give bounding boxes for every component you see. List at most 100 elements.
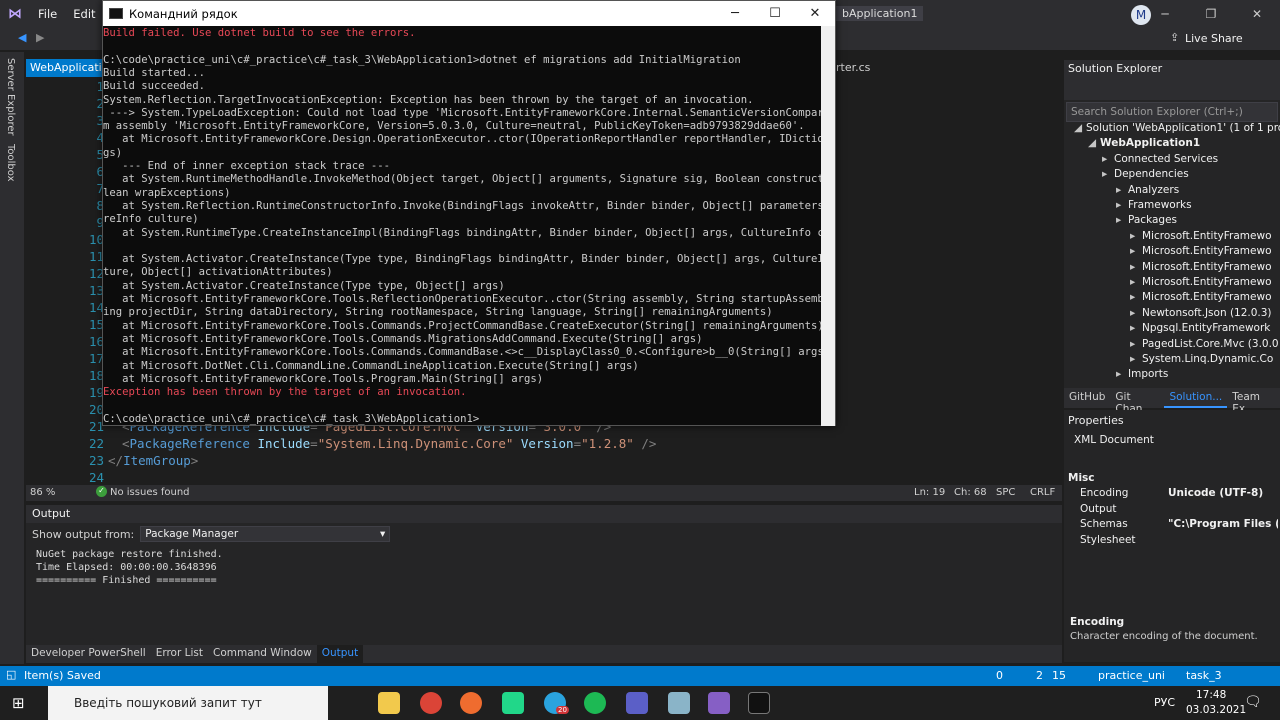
line-number: 16 bbox=[88, 334, 104, 349]
property-name: Encoding bbox=[1080, 487, 1129, 499]
package-icon: ▸ bbox=[1130, 245, 1136, 258]
app-icon[interactable] bbox=[668, 692, 690, 714]
tree-item[interactable]: ▸ Analyzers bbox=[1116, 184, 1179, 196]
line-number: 4 bbox=[96, 130, 104, 145]
package-icon: ▸ bbox=[1130, 276, 1136, 288]
output-source-select[interactable]: Package Manager ▾ bbox=[140, 526, 391, 542]
line-number: 3 bbox=[96, 113, 104, 128]
bottom-tab[interactable]: Error List bbox=[151, 645, 208, 663]
tree-item[interactable]: ▸ Imports bbox=[1116, 368, 1168, 380]
clock-date[interactable]: 03.03.2021 bbox=[1186, 704, 1246, 716]
tree-item-label: Analyzers bbox=[1128, 183, 1180, 196]
push-count[interactable]: 0 bbox=[996, 669, 1003, 682]
console-line: at Microsoft.EntityFrameworkCore.Tools.C… bbox=[103, 346, 823, 359]
tree-item-label: WebApplication1 bbox=[1100, 137, 1201, 150]
tree-item[interactable]: ▸ Frameworks bbox=[1116, 199, 1192, 211]
menu-edit[interactable]: Edit bbox=[65, 7, 103, 21]
tree-item[interactable]: ▸ Microsoft.EntityFramewo bbox=[1130, 245, 1272, 257]
line-number: 18 bbox=[88, 368, 104, 383]
output-source-row: Show output from: Package Manager ▾ bbox=[26, 523, 1062, 545]
repo-name[interactable]: practice_uni bbox=[1098, 669, 1165, 682]
console-line: at Microsoft.EntityFrameworkCore.Design.… bbox=[103, 133, 823, 146]
command-prompt-window[interactable]: Командний рядок ─ ☐ ✕ Build failed. Use … bbox=[102, 0, 836, 426]
repo-count[interactable]: 15 bbox=[1052, 669, 1066, 682]
windows-start-icon[interactable]: ⊞ bbox=[12, 694, 25, 712]
tree-item-label: Connected Services bbox=[1114, 152, 1219, 165]
line-number: 12 bbox=[88, 266, 104, 281]
postman-icon[interactable] bbox=[460, 692, 482, 714]
menu-file[interactable]: File bbox=[30, 7, 65, 21]
chrome-icon[interactable] bbox=[420, 692, 442, 714]
visual-studio-taskbar-icon[interactable] bbox=[708, 692, 730, 714]
language-indicator[interactable]: РУС bbox=[1154, 696, 1175, 709]
forward-icon[interactable]: ▶ bbox=[36, 31, 44, 44]
bottom-tool-tabs: Developer PowerShell Error List Command Wi… bbox=[26, 645, 1062, 663]
property-value[interactable]: "C:\Program Files (x86 bbox=[1168, 518, 1278, 530]
line-number: 15 bbox=[88, 317, 104, 332]
branch-name[interactable]: task_3 bbox=[1186, 669, 1222, 682]
tree-item[interactable]: ▸ Dependencies bbox=[1102, 168, 1189, 180]
panel-tab[interactable]: Team Ex... bbox=[1227, 388, 1280, 415]
panel-tab[interactable]: Git Chan... bbox=[1110, 388, 1164, 415]
cmd-taskbar-icon[interactable] bbox=[748, 692, 770, 714]
notification-icon[interactable]: 🗨 bbox=[1244, 694, 1262, 710]
restore-icon[interactable]: ❐ bbox=[1188, 7, 1234, 21]
spotify-icon[interactable] bbox=[584, 692, 606, 714]
property-value[interactable]: Unicode (UTF-8) bbox=[1168, 487, 1278, 499]
console-line: at System.RuntimeMethodHandle.InvokeMeth… bbox=[103, 173, 823, 186]
tree-item[interactable]: ▸ PagedList.Core.Mvc (3.0.0 bbox=[1130, 338, 1279, 350]
tree-item[interactable]: ▸ Npgsql.EntityFramework bbox=[1130, 322, 1270, 334]
line-ending-indicator[interactable]: CRLF bbox=[1030, 487, 1055, 498]
tree-item[interactable]: ▸ Newtonsoft.Json (12.0.3) bbox=[1130, 307, 1272, 319]
package-icon: ▸ bbox=[1130, 353, 1136, 365]
tree-item[interactable]: ▸ Microsoft.EntityFramewo bbox=[1130, 230, 1272, 242]
document-tab-2[interactable]: rter.cs bbox=[836, 61, 870, 74]
status-icon: ◱ bbox=[6, 668, 17, 681]
status-message: Item(s) Saved bbox=[24, 669, 101, 682]
console-close-icon[interactable]: ✕ bbox=[795, 6, 835, 21]
whitespace-indicator[interactable]: SPC bbox=[996, 487, 1015, 498]
back-icon[interactable]: ◀ bbox=[18, 31, 26, 44]
file-explorer-icon[interactable] bbox=[378, 692, 400, 714]
minimize-icon[interactable]: ─ bbox=[1142, 7, 1188, 21]
console-output[interactable]: Build failed. Use dotnet build to see th… bbox=[103, 26, 823, 426]
server-explorer-tab[interactable]: Server Explorer bbox=[5, 58, 16, 136]
bottom-tab[interactable]: Output bbox=[316, 645, 364, 663]
zoom-level[interactable]: 86 % bbox=[30, 487, 55, 498]
close-icon[interactable]: ✕ bbox=[1234, 7, 1280, 21]
issues-status[interactable]: No issues found bbox=[110, 487, 190, 498]
code-token: ItemGroup bbox=[123, 453, 191, 468]
panel-tab[interactable]: Solution... bbox=[1164, 388, 1228, 408]
taskbar-search-box[interactable]: Введіть пошуковий запит тут bbox=[48, 686, 328, 720]
toolbox-tab[interactable]: Toolbox bbox=[5, 144, 16, 182]
line-number: 24 bbox=[88, 470, 104, 485]
tree-item[interactable]: ▸ Connected Services bbox=[1102, 153, 1218, 165]
teams-icon[interactable] bbox=[626, 692, 648, 714]
tree-item[interactable]: ◢ WebApplication1 bbox=[1088, 137, 1200, 149]
pycharm-icon[interactable] bbox=[502, 692, 524, 714]
tree-item[interactable]: ▸ Microsoft.EntityFramewo bbox=[1130, 291, 1272, 303]
console-maximize-icon[interactable]: ☐ bbox=[755, 6, 795, 21]
bottom-tab[interactable]: Command Window bbox=[208, 645, 317, 663]
tree-item[interactable]: ▸ Microsoft.EntityFramewo bbox=[1130, 276, 1272, 288]
tree-node-icon: ▸ bbox=[1102, 168, 1108, 181]
tree-item[interactable]: ▸ Microsoft.EntityFramewo bbox=[1130, 261, 1272, 273]
tree-item-label: Microsoft.EntityFramewo bbox=[1142, 229, 1272, 242]
package-icon: ▸ bbox=[1130, 306, 1136, 319]
panel-tab[interactable]: GitHub bbox=[1064, 388, 1110, 408]
console-line: at Microsoft.EntityFrameworkCore.Tools.C… bbox=[103, 332, 703, 345]
clock-time[interactable]: 17:48 bbox=[1196, 689, 1226, 701]
line-number: 11 bbox=[88, 249, 104, 264]
console-line: Build failed. Use dotnet build to see th… bbox=[103, 27, 416, 39]
tree-item[interactable]: ▸ System.Linq.Dynamic.Co bbox=[1130, 353, 1273, 365]
solution-search-input[interactable]: Search Solution Explorer (Ctrl+;) bbox=[1066, 102, 1278, 122]
bottom-tab[interactable]: Developer PowerShell bbox=[26, 645, 151, 663]
console-scrollbar[interactable] bbox=[821, 26, 835, 426]
changes-count[interactable]: 2 bbox=[1036, 669, 1043, 682]
live-share-button[interactable]: Live Share bbox=[1185, 32, 1243, 45]
tree-item[interactable]: ▸ Packages bbox=[1116, 214, 1177, 226]
tree-item[interactable]: ◢ Solution 'WebApplication1' (1 of 1 pro bbox=[1074, 122, 1280, 134]
console-minimize-icon[interactable]: ─ bbox=[715, 6, 755, 21]
properties-object[interactable]: XML Document bbox=[1068, 432, 1278, 450]
document-tab[interactable]: WebApplication bbox=[26, 59, 104, 77]
